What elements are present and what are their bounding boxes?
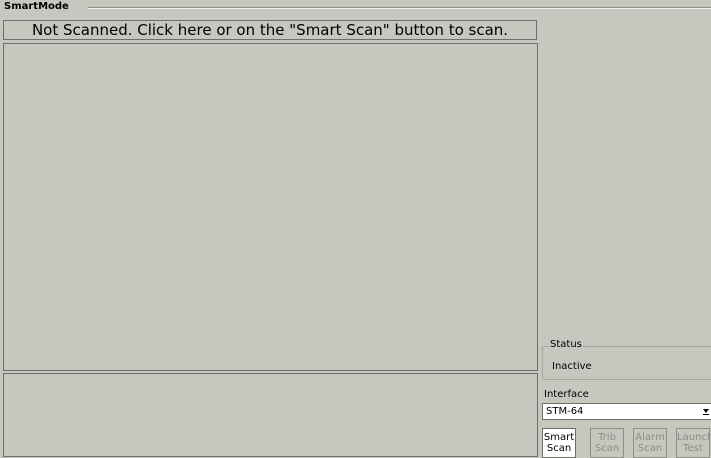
smartmode-group-title: SmartMode [4, 1, 73, 12]
scan-banner[interactable]: Not Scanned. Click here or on the "Smart… [3, 20, 537, 40]
interface-selected-value: STM-64 [546, 406, 584, 417]
alarm-scan-button[interactable]: Alarm Scan [633, 428, 667, 458]
smart-scan-button[interactable]: Smart Scan [542, 428, 576, 458]
alarm-scan-label-1: Alarm [635, 432, 665, 443]
main-results-panel [3, 43, 538, 371]
launch-test-label-1: Launch [677, 432, 711, 443]
smart-scan-label-2: Scan [546, 443, 572, 454]
alarm-scan-label-2: Scan [637, 443, 663, 454]
trib-scan-button[interactable]: Trib Scan [590, 428, 624, 458]
bottom-details-panel [3, 373, 538, 457]
group-divider [88, 7, 711, 9]
dropdown-arrow-icon[interactable] [703, 409, 709, 415]
trib-scan-label-1: Trib [598, 432, 616, 443]
smart-scan-label-1: Smart [543, 432, 575, 443]
status-value: Inactive [552, 361, 592, 372]
interface-label: Interface [544, 389, 589, 400]
interface-select[interactable]: STM-64 [542, 403, 711, 420]
launch-test-button[interactable]: Launch Test [676, 428, 711, 458]
status-title: Status [549, 339, 583, 350]
trib-scan-label-2: Scan [594, 443, 620, 454]
launch-test-label-2: Test [683, 443, 703, 454]
